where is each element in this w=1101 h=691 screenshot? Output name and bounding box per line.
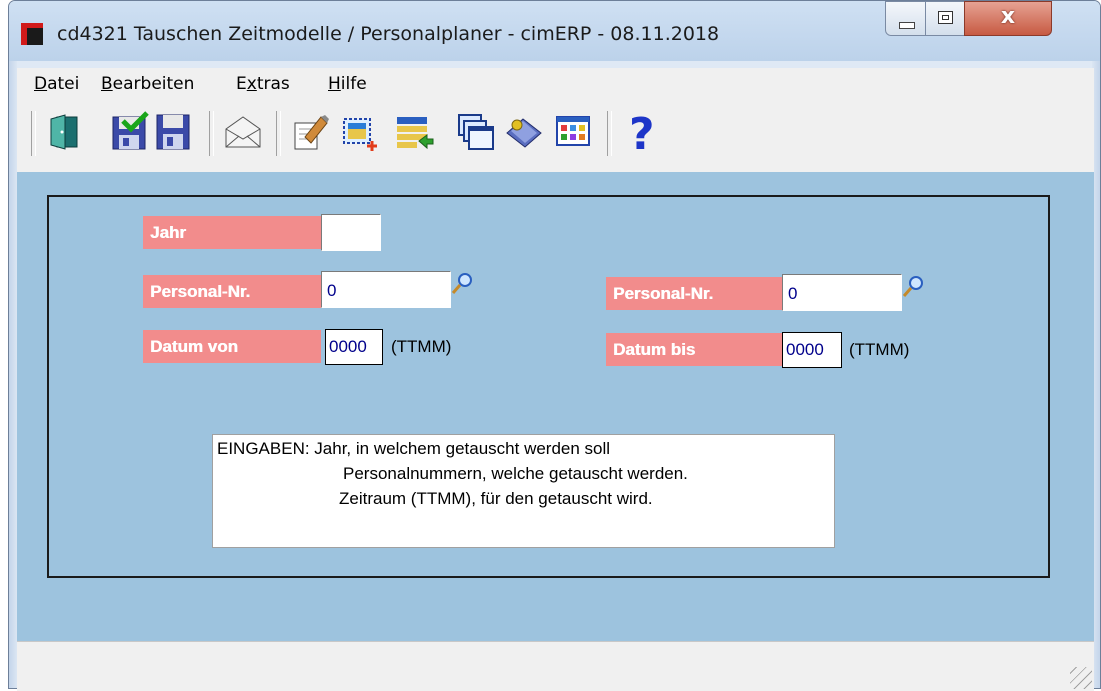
datum-bis-input[interactable]: 0000 — [782, 332, 842, 368]
menu-datei[interactable]: Datei — [34, 74, 79, 94]
list-import-icon[interactable] — [393, 111, 435, 153]
jahr-label: Jahr — [143, 216, 321, 249]
help-question-icon[interactable]: ? — [621, 111, 663, 153]
edit-document-icon[interactable] — [289, 111, 331, 153]
info-box: EINGABEN: Jahr, in welchem getauscht wer… — [212, 434, 835, 548]
search-icon[interactable] — [902, 274, 926, 298]
personal-nr-left-input[interactable]: 0 — [321, 271, 451, 308]
status-bar — [17, 641, 1094, 691]
menu-bearbeiten[interactable]: Bearbeiten — [101, 74, 194, 94]
window-frame-left — [9, 61, 17, 688]
color-grid-icon[interactable] — [553, 111, 595, 153]
new-selection-icon[interactable] — [339, 111, 381, 153]
personal-nr-right-input[interactable]: 0 — [782, 274, 902, 311]
book-tag-icon[interactable] — [503, 111, 545, 153]
save-check-icon[interactable] — [109, 111, 151, 153]
maximize-icon — [938, 11, 953, 24]
maximize-button[interactable] — [925, 1, 965, 36]
minimize-button[interactable] — [885, 1, 926, 36]
toolbar-separator — [607, 111, 612, 156]
title-bar[interactable]: cd4321 Tauschen Zeitmodelle / Personalpl… — [9, 1, 1100, 61]
app-logo-icon — [21, 23, 43, 45]
datum-bis-hint: (TTMM) — [849, 340, 910, 359]
toolbar-separator — [31, 111, 36, 156]
datum-von-input[interactable]: 0000 — [325, 329, 383, 365]
minimize-icon — [899, 22, 915, 29]
menu-extras[interactable]: Extras — [236, 74, 290, 94]
content-area: Jahr Personal-Nr. 0 Personal-Nr. 0 Datum… — [17, 172, 1094, 641]
datum-von-label: Datum von — [143, 330, 321, 363]
svg-text:?: ? — [629, 111, 655, 153]
personal-nr-left-label: Personal-Nr. — [143, 275, 321, 308]
exit-door-icon[interactable] — [45, 111, 87, 153]
toolbar-separator — [209, 111, 214, 156]
info-line-1: EINGABEN: Jahr, in welchem getauscht wer… — [217, 439, 611, 458]
save-icon[interactable] — [153, 111, 195, 153]
jahr-input[interactable] — [321, 214, 381, 251]
search-icon[interactable] — [451, 271, 475, 295]
mail-envelope-icon[interactable] — [222, 111, 264, 153]
resize-grip-icon[interactable] — [1070, 667, 1092, 689]
form-panel: Jahr Personal-Nr. 0 Personal-Nr. 0 Datum… — [47, 195, 1050, 578]
info-line-2: Personalnummern, welche getauscht werden… — [343, 464, 688, 483]
menu-bar: Datei Bearbeiten Extras Hilfe — [17, 68, 1094, 101]
app-window: cd4321 Tauschen Zeitmodelle / Personalpl… — [8, 0, 1101, 691]
toolbar: ? — [17, 101, 1094, 172]
info-line-3: Zeitraum (TTMM), für den getauscht wird. — [339, 489, 653, 508]
close-icon: x — [1000, 4, 1016, 29]
windows-cascade-icon[interactable] — [455, 111, 497, 153]
window-title: cd4321 Tauschen Zeitmodelle / Personalpl… — [57, 23, 720, 45]
close-button[interactable]: x — [964, 1, 1052, 36]
menu-hilfe[interactable]: Hilfe — [328, 74, 367, 94]
personal-nr-right-label: Personal-Nr. — [606, 277, 782, 310]
datum-bis-label: Datum bis — [606, 333, 782, 366]
toolbar-separator — [276, 111, 281, 156]
datum-von-hint: (TTMM) — [391, 337, 452, 356]
